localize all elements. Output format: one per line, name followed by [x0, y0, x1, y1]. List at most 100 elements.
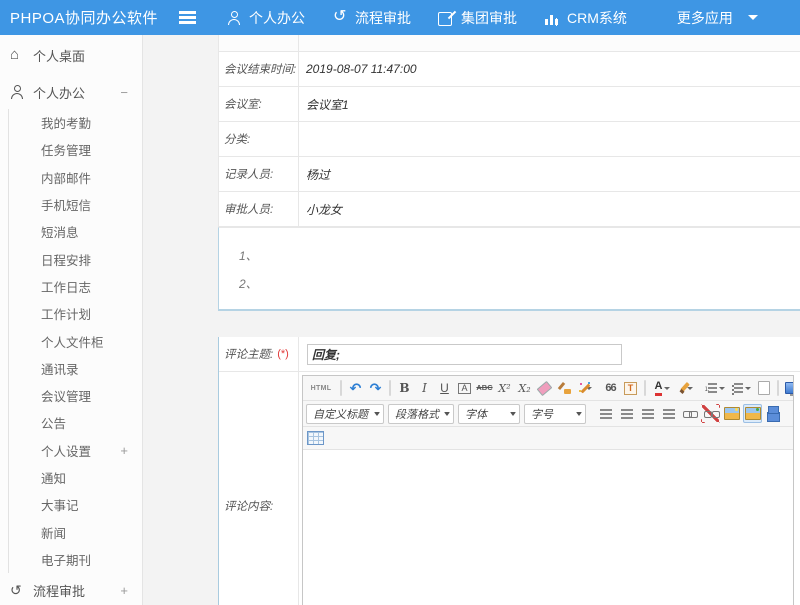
auto-typeset-button[interactable] — [575, 379, 600, 398]
nav-label: 流程审批 — [355, 8, 411, 28]
sidebar-icon — [25, 169, 41, 185]
highlight-color-button[interactable] — [676, 379, 701, 398]
app-logo: PHPOA协同办公软件 — [0, 7, 178, 28]
paste-as-text-button[interactable]: T — [621, 379, 640, 398]
html-source-button[interactable]: HTML — [306, 379, 336, 398]
italic-button[interactable]: I — [415, 379, 434, 398]
editor-toolbar-row2: 自定义标题 段落格式 字体 — [303, 401, 793, 427]
expand-toggle[interactable]: − — [120, 85, 128, 100]
font-size-select[interactable]: 字号 — [524, 404, 586, 424]
field-label: 审批人员: — [219, 192, 299, 226]
sidebar-item-contacts[interactable]: 通讯录 — [8, 355, 142, 382]
sidebar-item-short-message[interactable]: 短消息 — [8, 218, 142, 245]
comment-table: 评论主题: (*) 评论内容: HTML — [218, 337, 800, 605]
sidebar-item-label: 电子期刊 — [41, 550, 91, 569]
font-border-button[interactable]: A — [455, 379, 474, 398]
sidebar-item-announcement[interactable]: 公告 — [8, 409, 142, 436]
font-color-button[interactable]: A — [650, 379, 675, 398]
sidebar-item-personal-desktop[interactable]: 个人桌面 — [0, 35, 142, 75]
format-painter-button[interactable] — [555, 379, 574, 398]
nav-group-approval[interactable]: 集团审批 — [438, 8, 517, 28]
sidebar-icon — [25, 442, 41, 458]
expand-toggle[interactable]: + — [120, 583, 128, 598]
custom-title-select[interactable]: 自定义标题 — [306, 404, 384, 424]
meeting-rows: 会议结束时间: 2019-08-07 11:47:00 会议室: 会议室1 分类… — [218, 52, 800, 227]
toolbar-separator[interactable] — [644, 380, 646, 396]
bold-button[interactable]: B — [395, 379, 414, 398]
nav-crm-system[interactable]: CRM系统 — [544, 8, 627, 28]
sidebar-item-news[interactable]: 新闻 — [8, 518, 142, 545]
comment-subject-input[interactable] — [307, 344, 622, 365]
insert-image-button[interactable] — [722, 404, 741, 423]
new-page-button[interactable] — [754, 379, 773, 398]
undo-button[interactable]: ↶ — [346, 379, 365, 398]
justify-button[interactable] — [659, 404, 678, 423]
field-value — [299, 122, 800, 156]
nav-workflow-approval[interactable]: 流程审批 — [332, 8, 411, 28]
strikethrough-button[interactable]: ABC — [475, 379, 494, 398]
redo-button[interactable]: ↷ — [366, 379, 385, 398]
unordered-list-button[interactable] — [728, 379, 753, 398]
sidebar-item-notice[interactable]: 通知 — [8, 464, 142, 491]
sidebar-item-label: 日程安排 — [41, 250, 91, 269]
nav-more-apps[interactable]: 更多应用 — [654, 8, 733, 28]
align-center-button[interactable] — [617, 404, 636, 423]
expand-toggle[interactable]: + — [120, 443, 128, 458]
sidebar-item-task-management[interactable]: 任务管理 — [8, 136, 142, 163]
sidebar-icon — [25, 115, 41, 131]
top-nav: 个人办公 流程审批 集团审批 CRM系统 更多应用 — [226, 8, 758, 28]
sidebar-icon — [25, 142, 41, 158]
sidebar-item-internal-mail[interactable]: 内部邮件 — [8, 164, 142, 191]
sidebar-item-work-log[interactable]: 工作日志 — [8, 273, 142, 300]
sidebar-item-schedule[interactable]: 日程安排 — [8, 245, 142, 272]
sidebar-item-work-plan[interactable]: 工作计划 — [8, 300, 142, 327]
sidebar-item-personal-files[interactable]: 个人文件柜 — [8, 327, 142, 354]
sidebar-item-personal-settings[interactable]: 个人设置 + — [8, 437, 142, 464]
sidebar-item-sms[interactable]: 手机短信 — [8, 191, 142, 218]
sidebar-icon — [25, 524, 41, 540]
editor-content-area[interactable] — [303, 450, 793, 605]
subscript-button[interactable]: X₂ — [515, 379, 534, 398]
ordered-list-button[interactable] — [702, 379, 727, 398]
chevron-down-icon — [576, 412, 582, 416]
eraser-button[interactable] — [535, 379, 554, 398]
insert-table-button[interactable] — [306, 429, 325, 448]
toolbar-separator[interactable] — [340, 380, 342, 396]
sidebar-item-label: 手机短信 — [41, 195, 91, 214]
sidebar-item-label: 流程审批 — [33, 581, 85, 600]
split-cells-button[interactable] — [764, 404, 783, 423]
sidebar-icon — [9, 84, 25, 100]
table-row: 审批人员: 小龙女 — [218, 192, 800, 227]
sidebar-icon — [25, 197, 41, 213]
chevron-down-icon — [586, 387, 592, 390]
sidebar-item-label: 工作日志 — [41, 277, 91, 296]
main-content: 会议结束时间: 2019-08-07 11:47:00 会议室: 会议室1 分类… — [143, 35, 800, 605]
chevron-down-icon — [444, 412, 450, 416]
font-family-select[interactable]: 字体 — [458, 404, 520, 424]
blockquote-button[interactable]: 66 — [601, 379, 620, 398]
sidebar-item-personal-office[interactable]: 个人办公 − — [0, 75, 142, 109]
table-row: 记录人员: 杨过 — [218, 157, 800, 192]
fullscreen-button[interactable] — [783, 379, 793, 398]
hamburger-menu-icon[interactable] — [178, 11, 198, 24]
sidebar-item-my-attendance[interactable]: 我的考勤 — [8, 109, 142, 136]
sidebar-item-workflow-approval[interactable]: 流程审批 + — [0, 573, 142, 605]
align-left-button[interactable] — [596, 404, 615, 423]
chevron-down-icon — [748, 15, 758, 20]
toolbar-separator[interactable] — [389, 380, 391, 396]
chevron-down-icon — [687, 387, 693, 390]
sidebar-item-label: 通知 — [41, 468, 66, 487]
sidebar-item-e-journal[interactable]: 电子期刊 — [8, 546, 142, 573]
image-manager-button[interactable] — [743, 404, 762, 423]
align-right-button[interactable] — [638, 404, 657, 423]
unlink-button[interactable] — [701, 404, 720, 423]
sidebar-item-label: 短消息 — [41, 222, 79, 241]
nav-personal-office[interactable]: 个人办公 — [226, 8, 305, 28]
toolbar-separator[interactable] — [777, 380, 779, 396]
sidebar-item-meeting-management[interactable]: 会议管理 — [8, 382, 142, 409]
paragraph-format-select[interactable]: 段落格式 — [388, 404, 454, 424]
sidebar-item-memorabilia[interactable]: 大事记 — [8, 491, 142, 518]
link-button[interactable] — [680, 404, 699, 423]
underline-button[interactable]: U — [435, 379, 454, 398]
superscript-button[interactable]: X² — [495, 379, 514, 398]
